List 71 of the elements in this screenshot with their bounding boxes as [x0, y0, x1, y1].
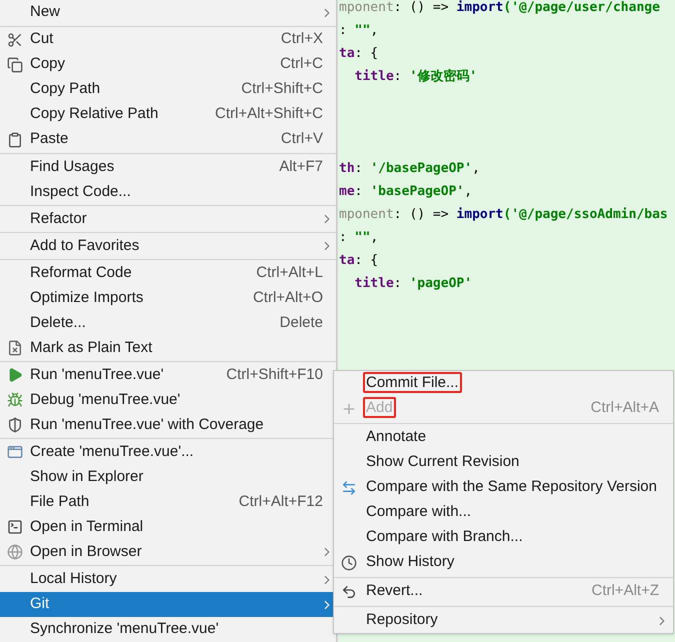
- shortcut-label: Ctrl+Shift+F10: [226, 365, 323, 385]
- code-line: me: 'basePageOP',: [339, 182, 472, 201]
- plus-icon: [340, 400, 356, 416]
- code-line: mponent: () => import('@/page/user/change: [339, 0, 660, 17]
- menu-item[interactable]: Show History: [334, 550, 673, 575]
- terminal-icon: [7, 519, 23, 536]
- menu-item[interactable]: Run 'menuTree.vue' with Coverage: [0, 412, 336, 438]
- shortcut-label: Ctrl+Alt+O: [252, 288, 323, 308]
- shortcut-label: Ctrl+V: [280, 129, 323, 150]
- clipboard-icon: [7, 132, 23, 148]
- menu-item[interactable]: Inspect Code...: [0, 179, 336, 204]
- menu-item[interactable]: Delete... Delete: [0, 310, 336, 336]
- shortcut-label: Ctrl+Alt+Z: [591, 581, 659, 602]
- menu-item[interactable]: Show Current Revision: [334, 450, 673, 475]
- shield-icon: [7, 417, 23, 434]
- shortcut-label: Alt+F7: [279, 156, 323, 176]
- menu-item[interactable]: Local History: [0, 567, 336, 592]
- menu-item[interactable]: Create 'menuTree.vue'...: [0, 440, 336, 465]
- menu-item[interactable]: File Path Ctrl+Alt+F12: [0, 490, 336, 515]
- menu-item[interactable]: Mark as Plain Text: [0, 336, 336, 361]
- menu-item[interactable]: Copy Relative Path Ctrl+Alt+Shift+C: [0, 102, 336, 128]
- scissors-icon: [7, 32, 23, 48]
- menu-item[interactable]: Compare with the Same Repository Version: [334, 475, 673, 500]
- menu-item[interactable]: Reformat Code Ctrl+Alt+L: [0, 260, 336, 286]
- clock-icon: [340, 554, 356, 570]
- menu-item[interactable]: Cut Ctrl+X: [0, 27, 336, 52]
- menu-item[interactable]: New: [0, 0, 336, 25]
- menu-item[interactable]: Open in Terminal: [0, 514, 336, 540]
- menu-item[interactable]: Debug 'menuTree.vue': [0, 388, 336, 413]
- play-icon: [7, 367, 23, 384]
- code-line: ta: {: [339, 44, 378, 63]
- code-line: ta: {: [339, 252, 378, 270]
- window-icon: [7, 444, 23, 460]
- code-line: title: '修改密码': [354, 68, 478, 86]
- menu-item[interactable]: Optimize Imports Ctrl+Alt+O: [0, 286, 336, 311]
- compare-arrows-icon: [340, 480, 356, 496]
- menu-item[interactable]: Show in Explorer: [0, 464, 336, 490]
- shortcut-label: Ctrl+Shift+C: [241, 79, 323, 100]
- menu-item[interactable]: Copy Ctrl+C: [0, 52, 336, 78]
- code-line: : "",: [339, 22, 378, 40]
- shortcut-label: Ctrl+Alt+L: [256, 262, 323, 283]
- menu-item[interactable]: Run 'menuTree.vue' Ctrl+Shift+F10: [0, 362, 336, 388]
- menu-item[interactable]: Compare with...: [334, 500, 673, 525]
- shortcut-label: Delete: [280, 312, 323, 333]
- menu-item[interactable]: Synchronize 'menuTree.vue': [0, 617, 336, 642]
- menu-item[interactable]: Refactor: [0, 206, 336, 232]
- shortcut-label: Ctrl+C: [280, 54, 323, 74]
- menu-item[interactable]: Annotate: [334, 425, 673, 450]
- bug-icon: [7, 392, 23, 408]
- menu-item[interactable]: Git: [0, 592, 336, 617]
- menu-item[interactable]: Compare with Branch...: [334, 525, 673, 550]
- globe-icon: [7, 544, 23, 560]
- shortcut-label: Ctrl+X: [280, 29, 323, 50]
- menu-item[interactable]: Commit File...: [334, 371, 673, 396]
- shortcut-label: Ctrl+Alt+F12: [238, 492, 323, 512]
- shortcut-label: Ctrl+Alt+A: [590, 398, 659, 418]
- menu-item[interactable]: Add to Favorites: [0, 234, 336, 258]
- code-line: : "",: [339, 228, 378, 247]
- undo-icon: [340, 584, 356, 600]
- menu-item[interactable]: Find Usages Alt+F7: [0, 154, 336, 180]
- copy-icon: [7, 56, 23, 73]
- shortcut-label: Ctrl+Alt+Shift+C: [215, 104, 323, 124]
- code-line: th: '/basePageOP',: [339, 160, 480, 178]
- code-line: title: 'pageOP': [354, 274, 472, 293]
- menu-item[interactable]: Revert... Ctrl+Alt+Z: [334, 579, 673, 604]
- menu-item[interactable]: Copy Path Ctrl+Shift+C: [0, 77, 336, 102]
- menu-item[interactable]: Paste Ctrl+V: [0, 127, 336, 152]
- code-line: mponent: () => import('@/page/ssoAdmin/bas: [339, 206, 668, 224]
- menu-item[interactable]: Open in Browser: [0, 540, 336, 565]
- file-icon: [7, 340, 23, 356]
- menu-item[interactable]: Repository: [334, 608, 673, 633]
